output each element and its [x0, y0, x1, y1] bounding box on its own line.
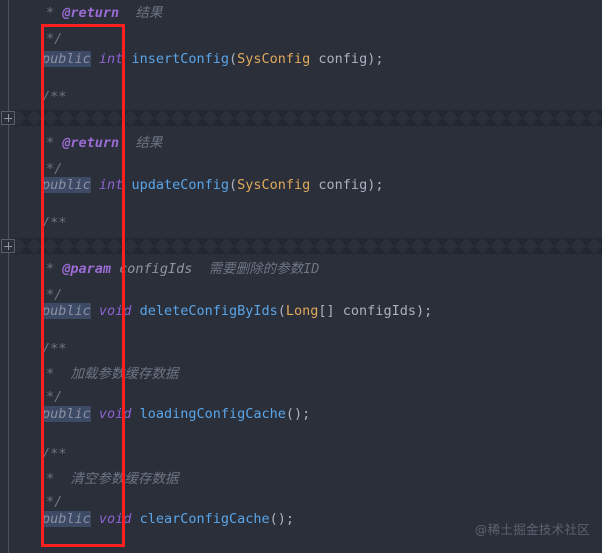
code-token: void	[98, 406, 132, 422]
line-comment-open-4[interactable]: /**	[26, 441, 66, 467]
line-clear-config-cache[interactable]: public void clearConfigCache();	[26, 506, 294, 532]
code-token: Long	[285, 303, 319, 319]
code-token: updateConfig	[131, 177, 229, 193]
code-token: /**	[42, 446, 67, 462]
code-token: @return	[62, 5, 120, 21]
code-token: configIds	[334, 303, 416, 319]
code-token: public	[42, 406, 91, 422]
code-token: []	[318, 303, 335, 319]
code-token: ();	[285, 406, 311, 422]
code-token: int	[98, 177, 124, 193]
code-token: SysConfig	[237, 51, 311, 67]
code-token: );	[367, 177, 384, 193]
code-token: SysConfig	[237, 177, 311, 193]
code-token: ();	[269, 511, 295, 527]
code-token: /**	[42, 215, 67, 231]
code-token: /**	[42, 341, 67, 357]
code-token: @return	[62, 135, 120, 151]
code-token: *	[46, 135, 63, 151]
line-loading-config-cache[interactable]: public void loadingConfigCache();	[26, 401, 310, 427]
code-token: 加载参数缓存数据	[62, 366, 179, 382]
folded-region-1[interactable]	[10, 110, 602, 126]
code-token: (	[229, 51, 238, 67]
code-token: 结果	[119, 135, 163, 151]
line-param-tag[interactable]: * @param configIds 需要删除的参数ID	[26, 256, 319, 282]
code-token: configIds	[111, 261, 193, 277]
code-token: );	[415, 303, 433, 319]
code-token: 结果	[119, 5, 163, 21]
code-token: int	[98, 51, 124, 67]
code-token: *	[46, 471, 63, 487]
line-return-tag-1[interactable]: * @return 结果	[26, 0, 162, 26]
line-update-config[interactable]: public int updateConfig(SysConfig config…	[26, 172, 383, 198]
code-token: public	[42, 177, 91, 193]
line-return-tag-2[interactable]: * @return 结果	[26, 130, 162, 156]
code-token: insertConfig	[131, 51, 229, 67]
code-token: void	[98, 303, 132, 319]
code-token: public	[42, 303, 91, 319]
expand-fold-icon[interactable]	[1, 111, 15, 125]
code-token: clearConfigCache	[139, 511, 270, 527]
code-token: (	[229, 177, 238, 193]
code-token: public	[42, 51, 91, 67]
code-token: */	[46, 31, 63, 47]
folded-region-2[interactable]	[10, 238, 602, 254]
code-token: *	[46, 261, 63, 277]
code-token: );	[367, 51, 384, 67]
line-delete-config-by-ids[interactable]: public void deleteConfigByIds(Long[] con…	[26, 298, 432, 324]
code-token: *	[46, 5, 63, 21]
code-token: config	[310, 51, 368, 67]
line-insert-config[interactable]: public int insertConfig(SysConfig config…	[26, 46, 383, 72]
expand-fold-icon[interactable]	[1, 239, 15, 253]
code-token: public	[42, 511, 91, 527]
code-token: /**	[42, 89, 67, 105]
code-token: loadingConfigCache	[139, 406, 286, 422]
code-token: deleteConfigByIds	[139, 303, 278, 319]
line-comment-open-3[interactable]: /**	[26, 336, 66, 362]
line-comment-open-1[interactable]: /**	[26, 84, 66, 110]
code-editor-screenshot: * @return 结果 */public int insertConfig(Sy…	[0, 0, 602, 553]
code-token: (	[277, 303, 286, 319]
code-token: config	[310, 177, 368, 193]
code-token: 清空参数缓存数据	[62, 471, 179, 487]
code-token: 需要删除的参数ID	[192, 261, 320, 277]
code-content-area[interactable]: * @return 结果 */public int insertConfig(Sy…	[0, 0, 602, 553]
line-comment-open-2[interactable]: /**	[26, 210, 66, 236]
code-token: @param	[62, 261, 112, 277]
code-token: *	[46, 366, 63, 382]
code-token: void	[98, 511, 132, 527]
watermark-label: @稀土掘金技术社区	[474, 522, 590, 537]
